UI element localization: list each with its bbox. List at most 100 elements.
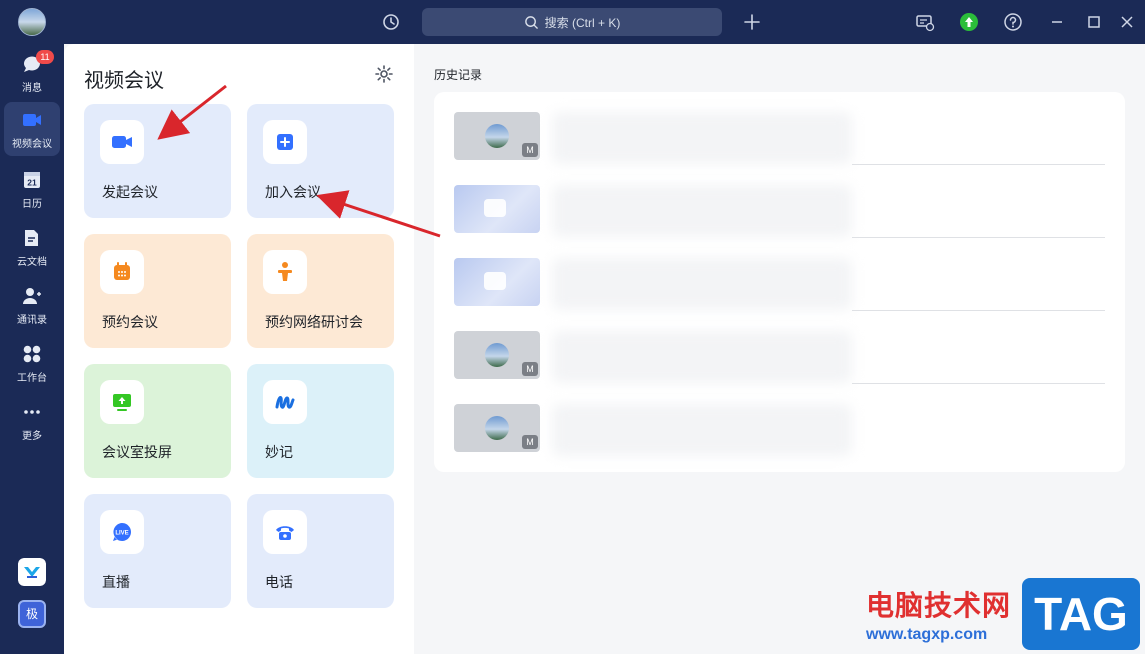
join-meeting-icon-box [263, 120, 307, 164]
schedule-webinar-card[interactable]: 预约网络研讨会 [247, 234, 394, 348]
mini-app-icon[interactable] [18, 558, 46, 586]
history-title: 历史记录 [434, 68, 483, 82]
page-title: 视频会议 [84, 70, 164, 92]
blurred-meeting-info [552, 258, 852, 310]
video-camera-icon [23, 113, 41, 126]
search-icon [524, 15, 538, 29]
start-meeting-card[interactable]: 发起会议 [84, 104, 231, 218]
nav-item-messages[interactable]: 消息 11 [4, 46, 60, 100]
minutes-mini-icon: M [522, 362, 538, 376]
watermark-url: www.tagxp.com [866, 626, 988, 643]
title-bar: 搜索 (Ctrl + K) [0, 0, 1145, 44]
watermark-tag-logo: TAG [1022, 578, 1140, 650]
nav-label: 视频会议 [12, 138, 52, 150]
participant-avatar [485, 343, 509, 367]
history-icon[interactable] [381, 12, 401, 32]
nav-item-more[interactable]: 更多 [4, 394, 60, 448]
card-label: 预约会议 [102, 314, 158, 330]
nav-item-contacts[interactable]: 通讯录 [4, 278, 60, 332]
grid-apps-icon [23, 345, 41, 362]
unread-badge: 11 [36, 50, 54, 64]
phone-card[interactable]: 电话 [247, 494, 394, 608]
phone-icon-box [263, 510, 307, 554]
card-label: 预约网络研讨会 [265, 314, 363, 330]
live-icon: LIVE [113, 523, 131, 541]
card-label: 发起会议 [102, 184, 158, 200]
live-card[interactable]: LIVE 直播 [84, 494, 231, 608]
nav-item-calendar[interactable]: 21 日历 [4, 162, 60, 216]
close-icon[interactable] [1117, 12, 1137, 32]
gear-icon[interactable] [374, 64, 394, 84]
history-list: M M M [434, 92, 1125, 472]
nav-label: 日历 [22, 198, 42, 210]
plus-square-icon [277, 134, 293, 150]
meeting-thumbnail: M [454, 404, 540, 452]
contacts-icon [23, 287, 41, 304]
telephone-icon [276, 526, 294, 540]
left-nav: 消息 11 视频会议 21 日历 云文档 通讯录 工作台 更多 极 [0, 44, 64, 654]
blurred-meeting-info [552, 112, 852, 164]
minutes-mini-icon: M [522, 143, 538, 157]
history-row[interactable]: M [454, 92, 1105, 165]
nav-item-docs[interactable]: 云文档 [4, 220, 60, 274]
site-watermark: 电脑技术网 www.tagxp.com TAG [858, 578, 1145, 654]
history-row[interactable] [454, 165, 1105, 238]
nav-label: 工作台 [17, 372, 47, 384]
card-label: 电话 [265, 574, 293, 590]
blurred-meeting-info [552, 404, 852, 456]
search-label: 搜索 (Ctrl + K) [544, 15, 621, 30]
room-cast-icon-box [100, 380, 144, 424]
video-camera-icon [112, 136, 132, 148]
minutes-logo-icon [275, 396, 295, 409]
maximize-icon[interactable] [1084, 12, 1104, 32]
nav-item-video-meeting[interactable]: 视频会议 [4, 102, 60, 156]
join-meeting-card[interactable]: 加入会议 [247, 104, 394, 218]
nav-item-workbench[interactable]: 工作台 [4, 336, 60, 390]
start-meeting-icon-box [100, 120, 144, 164]
calendar-day: 21 [27, 177, 37, 187]
schedule-webinar-icon-box [263, 250, 307, 294]
workspace-switcher[interactable]: 极 [18, 600, 46, 628]
live-icon-box: LIVE [100, 510, 144, 554]
minimize-icon[interactable] [1047, 12, 1067, 32]
history-row[interactable] [454, 238, 1105, 311]
blurred-meeting-info [552, 331, 852, 383]
blurred-meeting-info [552, 185, 852, 237]
meeting-thumbnail [454, 258, 540, 306]
upgrade-icon[interactable] [959, 12, 979, 32]
minutes-mini-icon: M [522, 435, 538, 449]
help-icon[interactable] [1003, 12, 1023, 32]
screen-share-bell-icon[interactable] [915, 12, 935, 32]
video-camera-icon [484, 272, 506, 290]
meeting-thumbnail: M [454, 112, 540, 160]
schedule-meeting-icon-box [100, 250, 144, 294]
nav-label: 云文档 [17, 256, 47, 268]
participant-avatar [485, 416, 509, 440]
calendar-icon: 21 [24, 171, 40, 188]
plus-icon[interactable] [742, 12, 762, 32]
card-label: 加入会议 [265, 184, 321, 200]
podium-icon [278, 262, 292, 281]
watermark-site-name: 电脑技术网 [866, 590, 1012, 621]
card-label: 妙记 [265, 444, 293, 460]
meeting-thumbnail: M [454, 331, 540, 379]
schedule-meeting-card[interactable]: 预约会议 [84, 234, 231, 348]
minutes-icon-box [263, 380, 307, 424]
live-badge-text: LIVE [115, 531, 128, 537]
video-meeting-panel: 视频会议 发起会议 加入会议 预约会议 预约网络研讨会 会议室投屏 妙记 LIV… [64, 44, 414, 654]
meeting-thumbnail [454, 185, 540, 233]
nav-label: 更多 [22, 430, 42, 442]
minutes-card[interactable]: 妙记 [247, 364, 394, 478]
card-label: 会议室投屏 [102, 444, 172, 460]
video-camera-icon [484, 199, 506, 217]
participant-avatar [485, 124, 509, 148]
user-avatar[interactable] [18, 8, 46, 36]
history-row[interactable]: M [454, 384, 1105, 457]
calendar-icon [114, 262, 130, 280]
search-box[interactable]: 搜索 (Ctrl + K) [422, 8, 722, 36]
nav-label: 通讯录 [17, 314, 47, 326]
screen-cast-icon [113, 394, 131, 411]
history-row[interactable]: M [454, 311, 1105, 384]
cloud-doc-icon [25, 229, 38, 246]
room-cast-card[interactable]: 会议室投屏 [84, 364, 231, 478]
